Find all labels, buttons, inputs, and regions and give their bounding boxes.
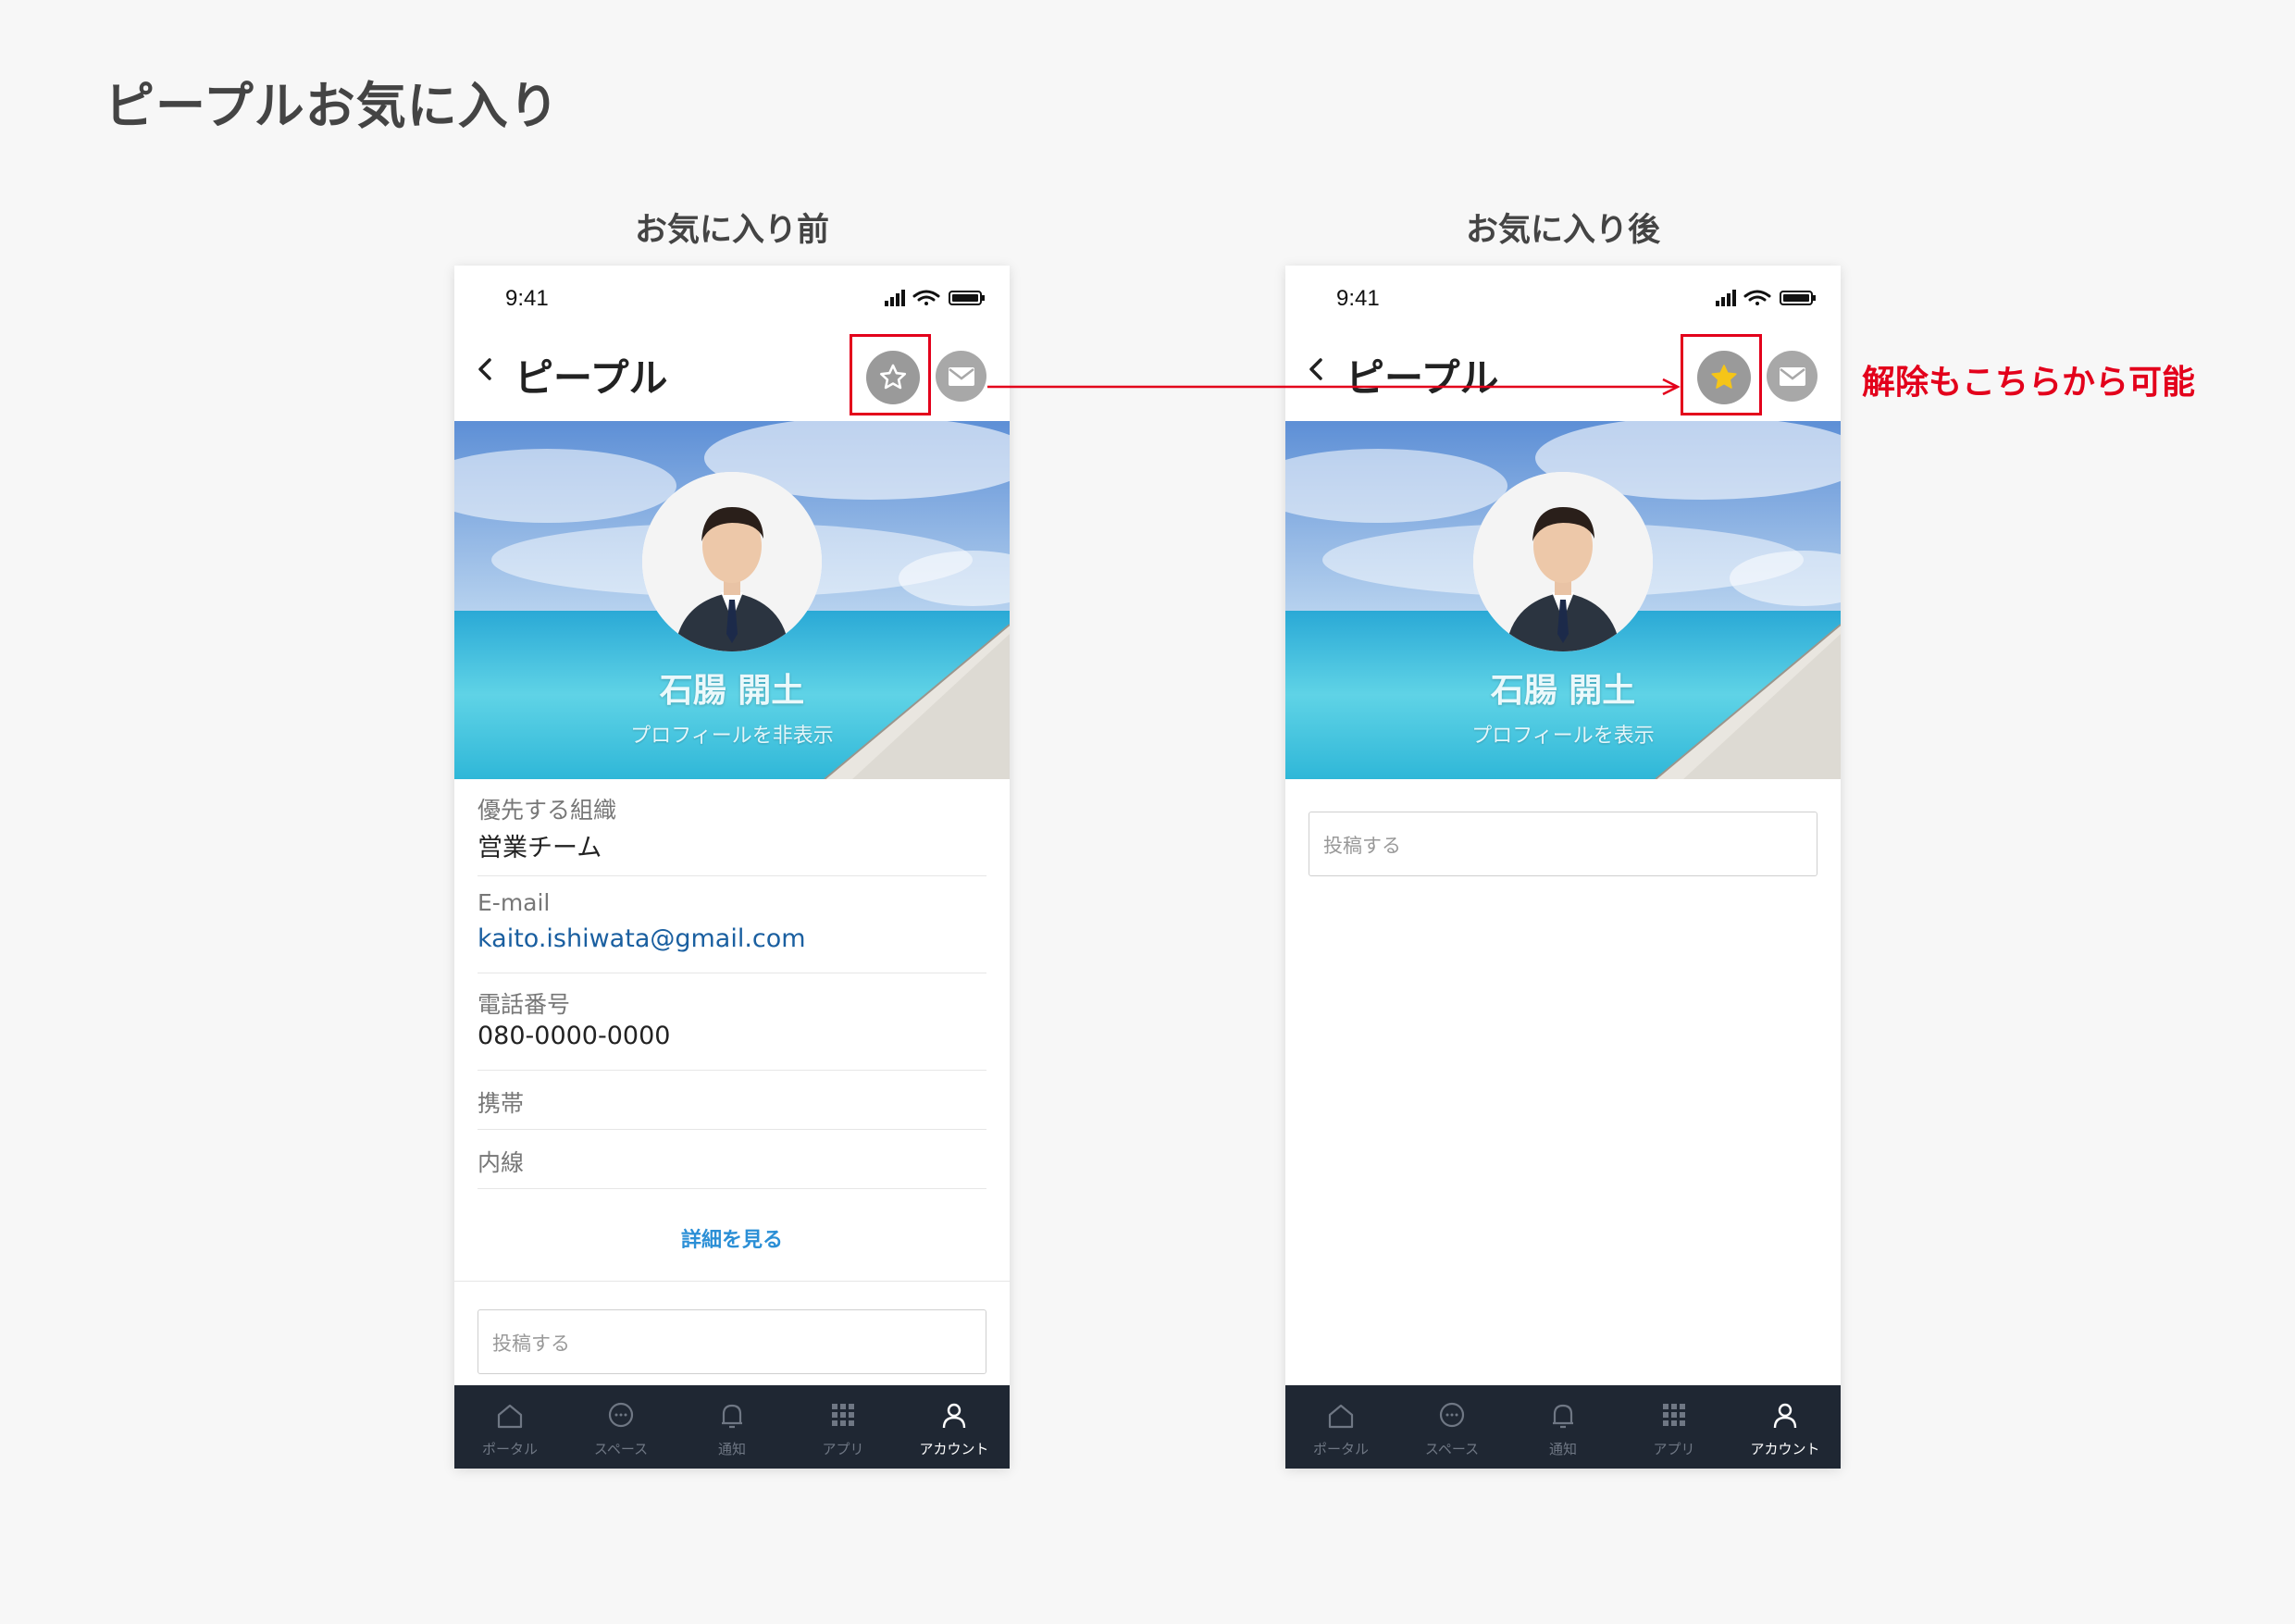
status-time: 9:41 [505, 286, 549, 311]
tab-label: スペース [593, 1441, 649, 1457]
favorite-highlight-box [850, 334, 931, 415]
battery-icon [1780, 291, 1816, 305]
profile-toggle-link[interactable]: プロフィールを非表示 [454, 719, 1010, 749]
chat-bubble-icon [1439, 1402, 1465, 1428]
avatar-photo [1473, 472, 1653, 651]
mail-button[interactable] [1767, 351, 1817, 402]
tab-account[interactable]: アカウント [899, 1385, 1010, 1469]
caption-after: お気に入り後 [1465, 212, 1660, 249]
tab-account[interactable]: アカウント [1730, 1385, 1841, 1469]
info-row-mobile: 携帯 [478, 1071, 986, 1130]
info-label: 携帯 [478, 1090, 525, 1117]
wifi-icon [912, 290, 940, 305]
section-divider [454, 1281, 1010, 1282]
grid-icon [832, 1404, 854, 1426]
post-input[interactable]: 投稿する [478, 1309, 986, 1374]
profile-name: 石腸 開土 [659, 672, 805, 710]
info-label: 優先する組織 [478, 797, 617, 824]
person-icon [1773, 1403, 1797, 1429]
tab-bar: ポータル スペース 通知 アプリ アカウント [1285, 1385, 1841, 1469]
tab-label: アカウント [1750, 1441, 1820, 1457]
phone-before: 9:41 ピープル 石腸 開土 プロフィールを非表示 優先する組織 営業チーム … [454, 266, 1010, 1469]
status-bar: 9:41 [1285, 266, 1841, 330]
tab-label: アプリ [1653, 1441, 1695, 1457]
tab-label: アカウント [919, 1441, 989, 1457]
battery-icon [949, 291, 985, 305]
avatar [642, 472, 822, 651]
tab-space[interactable]: スペース [565, 1385, 676, 1469]
info-label: 電話番号 [478, 991, 571, 1018]
chat-bubble-icon [608, 1402, 634, 1428]
profile-hero: 石腸 開土 プロフィールを非表示 [454, 421, 1010, 779]
tab-notifications[interactable]: 通知 [676, 1385, 788, 1469]
back-chevron-icon[interactable] [471, 351, 499, 388]
annotation-arrow [987, 378, 1681, 396]
grid-icon [1663, 1404, 1685, 1426]
tab-portal[interactable]: ポータル [454, 1385, 565, 1469]
caption-before: お気に入り前 [634, 212, 829, 249]
phone-after: 9:41 ピープル 石腸 開土 プロフィールを表示 投稿する ポータル スペース… [1285, 266, 1841, 1469]
tab-notifications[interactable]: 通知 [1507, 1385, 1619, 1469]
signal-icon [885, 290, 905, 306]
tab-bar: ポータル スペース 通知 アプリ アカウント [454, 1385, 1010, 1469]
post-placeholder: 投稿する [1323, 835, 1401, 857]
tab-label: アプリ [822, 1441, 864, 1457]
page-title: ピープルお気に入り [105, 77, 560, 135]
tab-label: 通知 [1548, 1441, 1577, 1457]
tab-label: 通知 [717, 1441, 746, 1457]
tab-space[interactable]: スペース [1396, 1385, 1507, 1469]
info-label: 内線 [478, 1149, 525, 1176]
info-row-extension: 内線 [478, 1130, 986, 1189]
bell-icon [1553, 1404, 1573, 1429]
envelope-icon [1779, 366, 1805, 386]
post-input[interactable]: 投稿する [1309, 812, 1817, 876]
bell-icon [722, 1404, 742, 1429]
email-link[interactable]: kaito.ishiwata@gmail.com [478, 924, 806, 953]
info-row-phone: 電話番号 080-0000-0000 [478, 973, 986, 1071]
post-placeholder: 投稿する [492, 1333, 570, 1355]
avatar [1473, 472, 1653, 651]
status-time: 9:41 [1336, 286, 1380, 311]
signal-icon [1716, 290, 1736, 306]
annotation-label: 解除もこちらから可能 [1862, 364, 2196, 402]
tab-label: スペース [1424, 1441, 1480, 1457]
info-row-organization: 優先する組織 営業チーム [478, 779, 986, 876]
status-icons [885, 290, 985, 306]
info-row-email: E-mail kaito.ishiwata@gmail.com [478, 876, 986, 973]
info-value: 営業チーム [478, 834, 602, 862]
tab-portal[interactable]: ポータル [1285, 1385, 1396, 1469]
profile-hero: 石腸 開土 プロフィールを表示 [1285, 421, 1841, 779]
profile-toggle-link[interactable]: プロフィールを表示 [1285, 719, 1841, 749]
status-bar: 9:41 [454, 266, 1010, 330]
home-icon [1328, 1404, 1354, 1429]
detail-link[interactable]: 詳細を見る [454, 1223, 1010, 1253]
mail-button[interactable] [936, 351, 986, 402]
nav-title: ピープル [515, 355, 668, 401]
profile-name: 石腸 開土 [1490, 672, 1636, 710]
tab-label: ポータル [481, 1441, 538, 1457]
wifi-icon [1743, 290, 1771, 305]
person-icon [942, 1403, 966, 1429]
avatar-photo [642, 472, 822, 651]
status-icons [1716, 290, 1816, 306]
tab-apps[interactable]: アプリ [788, 1385, 899, 1469]
home-icon [497, 1404, 523, 1429]
profile-info-list: 優先する組織 営業チーム E-mail kaito.ishiwata@gmail… [478, 779, 986, 1189]
envelope-icon [948, 366, 974, 386]
tab-apps[interactable]: アプリ [1619, 1385, 1730, 1469]
info-value: 080-0000-0000 [478, 1022, 671, 1050]
info-label: E-mail [478, 889, 551, 916]
favorite-highlight-box [1681, 334, 1762, 415]
tab-label: ポータル [1312, 1441, 1369, 1457]
